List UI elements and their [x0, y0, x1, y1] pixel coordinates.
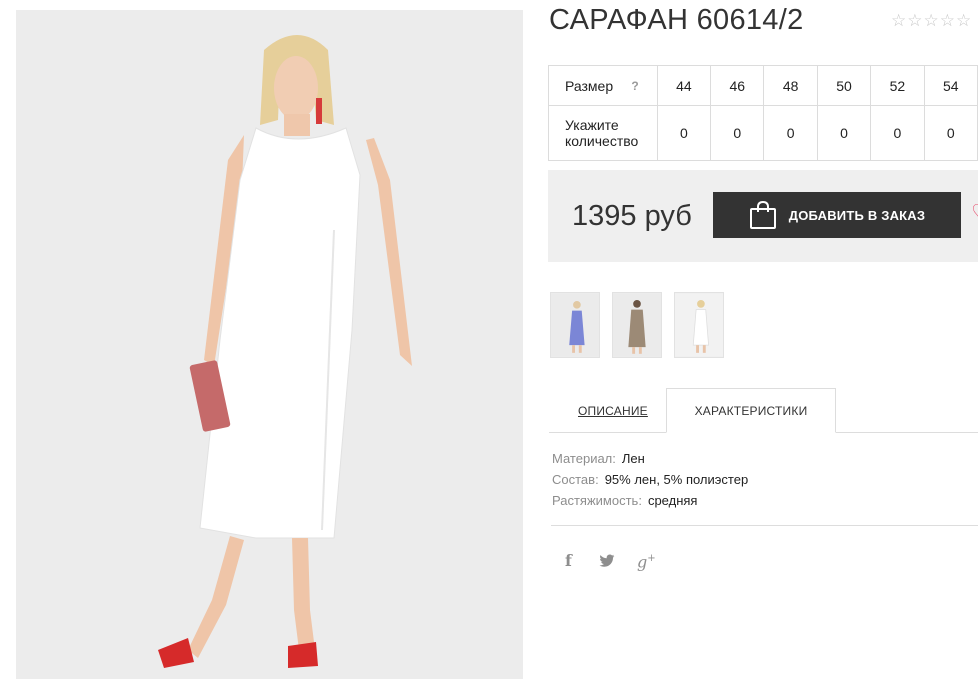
quantity-input[interactable]: 0	[763, 105, 818, 161]
characteristic-key: Материал:	[552, 451, 616, 466]
size-label-cell: Размер ?	[548, 65, 658, 106]
rating-stars[interactable]: ☆ ☆ ☆ ☆ ☆	[891, 12, 971, 30]
characteristic-row: Состав: 95% лен, 5% полиэстер	[552, 471, 748, 492]
size-cell: 46	[710, 65, 765, 106]
star-icon[interactable]: ☆	[940, 12, 955, 30]
add-to-order-label: ДОБАВИТЬ В ЗАКАЗ	[788, 207, 926, 223]
quantity-input[interactable]: 0	[923, 105, 978, 161]
size-cell: 54	[923, 65, 978, 106]
size-cell: 50	[816, 65, 872, 106]
size-quantity-table: Размер ? 44 46 48 50 52 54 Укажите колич…	[548, 65, 978, 161]
price: 1395 руб	[572, 200, 692, 232]
tab-characteristics-label: ХАРАКТЕРИСТИКИ	[694, 403, 808, 418]
social-share: f g+	[565, 548, 659, 573]
characteristic-value: Лен	[621, 451, 645, 466]
google-plus-icon[interactable]: g+	[637, 548, 659, 573]
star-icon[interactable]: ☆	[891, 12, 906, 30]
quantity-input[interactable]: 0	[710, 105, 765, 161]
shopping-bag-icon	[749, 200, 776, 229]
characteristic-value: 95% лен, 5% полиэстер	[604, 472, 749, 487]
characteristic-row: Материал: Лен	[552, 450, 748, 471]
twitter-icon[interactable]	[599, 554, 617, 568]
thumbnail-blue-dress[interactable]	[550, 292, 600, 358]
dress-blue-thumbnail-icon	[551, 293, 599, 357]
price-box: 1395 руб ДОБАВИТЬ В ЗАКАЗ ♡	[548, 170, 978, 262]
size-label: Размер	[565, 77, 614, 94]
size-row: Размер ? 44 46 48 50 52 54	[548, 65, 978, 106]
size-help-icon[interactable]: ?	[631, 78, 638, 94]
add-to-order-button[interactable]: ДОБАВИТЬ В ЗАКАЗ	[713, 192, 961, 238]
quantity-input[interactable]: 0	[816, 105, 872, 161]
quantity-label: Укажите количество	[548, 105, 658, 161]
size-cell: 52	[870, 65, 925, 106]
dress-white-thumbnail-icon	[675, 293, 723, 357]
star-icon[interactable]: ☆	[924, 12, 939, 30]
star-icon[interactable]: ☆	[956, 12, 971, 30]
heart-icon[interactable]: ♡	[971, 203, 978, 223]
thumbnail-beige-dress[interactable]	[612, 292, 662, 358]
twitter-bird-shape	[599, 554, 615, 567]
characteristics-list: Материал: Лен Состав: 95% лен, 5% полиэсте…	[552, 450, 748, 513]
size-cell: 48	[763, 65, 818, 106]
quantity-row: Укажите количество 0 0 0 0 0 0	[548, 105, 978, 161]
main-product-photo[interactable]	[16, 10, 523, 679]
tab-characteristics[interactable]: ХАРАКТЕРИСТИКИ	[666, 388, 836, 433]
product-title: САРАФАН 60614/2	[549, 4, 804, 36]
thumbnail-gallery	[550, 292, 724, 358]
facebook-icon[interactable]: f	[565, 550, 579, 572]
section-divider	[551, 525, 978, 526]
characteristic-row: Растяжимость: средняя	[552, 492, 748, 513]
size-cell: 44	[656, 65, 712, 106]
model-in-white-dress-image	[16, 10, 523, 679]
characteristic-value: средняя	[647, 493, 698, 508]
star-icon[interactable]: ☆	[907, 12, 922, 30]
quantity-input[interactable]: 0	[656, 105, 712, 161]
quantity-input[interactable]: 0	[870, 105, 925, 161]
thumbnail-white-dress[interactable]	[674, 292, 724, 358]
dress-beige-thumbnail-icon	[613, 293, 661, 357]
tab-description[interactable]: ОПИСАНИЕ	[578, 404, 648, 418]
characteristic-key: Состав:	[552, 472, 599, 487]
characteristic-key: Растяжимость:	[552, 493, 642, 508]
